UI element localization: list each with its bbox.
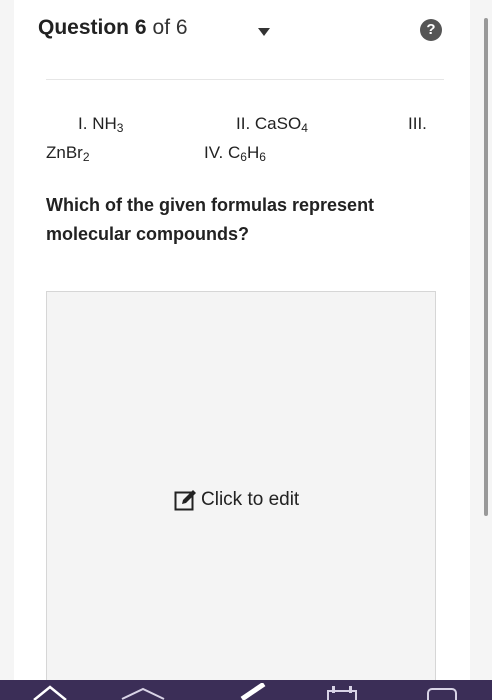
formula-item-2: II. CaSO4: [236, 114, 308, 135]
formula-numeral: III.: [408, 114, 427, 133]
cap-icon[interactable]: [118, 683, 168, 700]
calendar-icon[interactable]: [322, 683, 362, 700]
click-to-edit-button[interactable]: Click to edit: [174, 489, 299, 511]
question-number: Question 6: [38, 16, 147, 39]
window-icon[interactable]: [420, 683, 460, 700]
formula-numeral: IV.: [204, 143, 224, 162]
formula-subscript: 2: [82, 150, 90, 164]
question-header[interactable]: Question 6 of 6: [38, 16, 188, 40]
edit-icon: [174, 490, 196, 511]
home-icon[interactable]: [30, 683, 70, 700]
formula-subscript: 6: [240, 150, 247, 164]
edit-label: Click to edit: [201, 489, 300, 510]
checkmark-icon[interactable]: [234, 683, 270, 700]
bottom-nav-bar: [0, 680, 492, 700]
formula-item-3: ZnBr2: [46, 143, 90, 164]
formula-item-1: I. NH3: [78, 114, 123, 135]
formula-subscript: 3: [116, 121, 124, 135]
formula-numeral: I.: [78, 114, 88, 133]
header-divider: [46, 79, 444, 80]
formula-symbol: CaSO: [254, 114, 302, 133]
formula-symbol: ZnBr: [46, 143, 83, 162]
caret-down-icon[interactable]: [258, 28, 270, 36]
formula-symbol: NH: [92, 114, 117, 133]
page: Question 6 of 6 ? I. NH3 II. CaSO4 III. …: [0, 0, 492, 700]
formula-numeral: II.: [236, 114, 251, 133]
question-total: of 6: [152, 16, 188, 39]
formula-item-4: IV. C6H6: [204, 143, 266, 164]
question-text: Which of the given formulas represent mo…: [46, 195, 375, 244]
answer-input-area[interactable]: [46, 291, 436, 683]
scrollbar-thumb[interactable]: [484, 18, 488, 516]
question-circle-icon[interactable]: ?: [420, 19, 442, 41]
formula-item-3-numeral: III.: [408, 114, 427, 134]
formula-symbol: C: [227, 143, 241, 162]
formula-subscript: 4: [301, 121, 308, 135]
formula-subscript: 6: [259, 150, 266, 164]
formula-symbol: H: [246, 143, 260, 162]
